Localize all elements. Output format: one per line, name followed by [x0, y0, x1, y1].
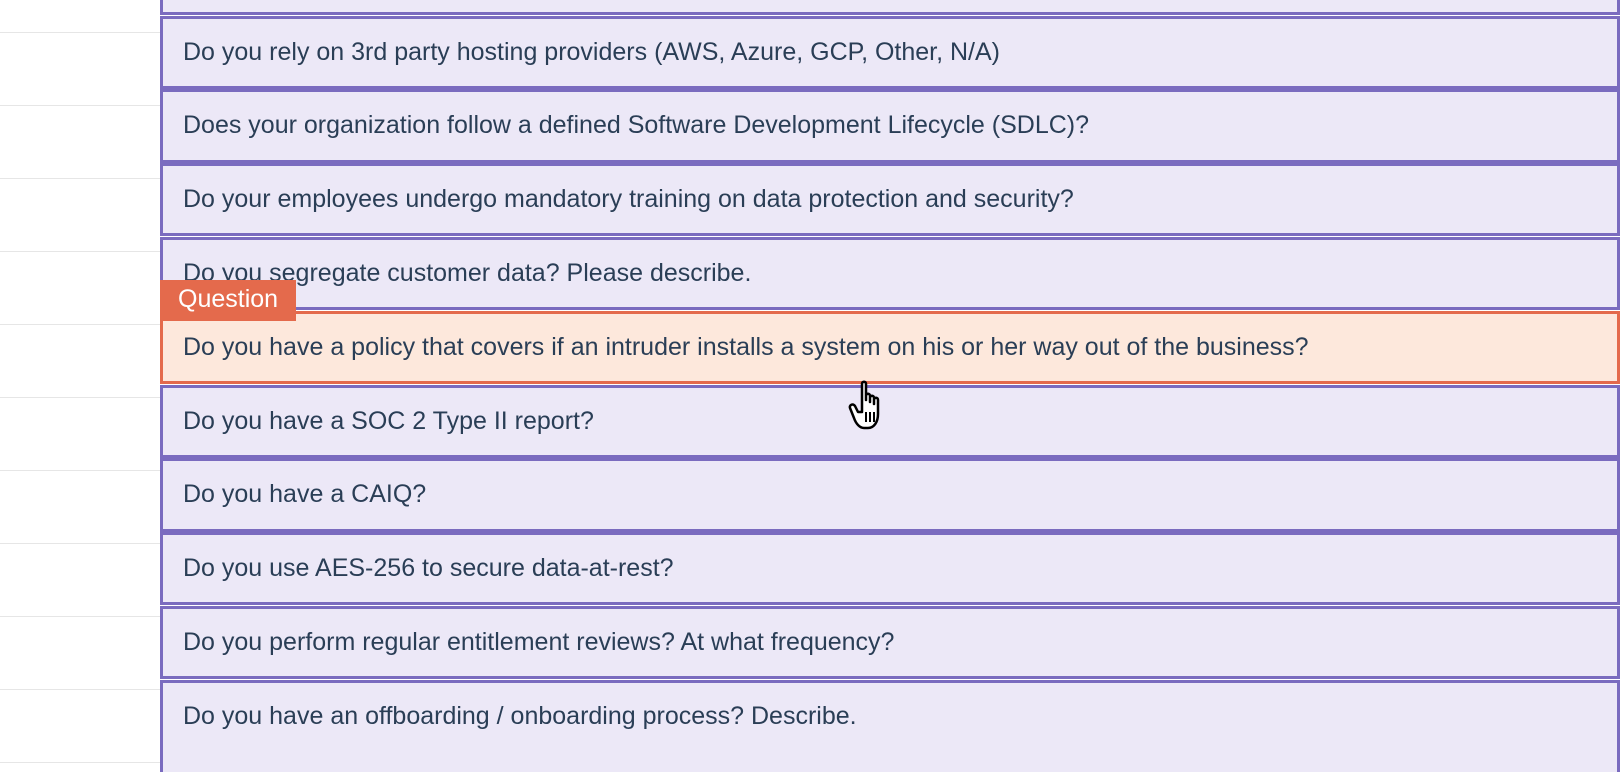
gutter-cell — [0, 690, 160, 763]
gutter-cell — [0, 617, 160, 690]
question-row[interactable]: Do you rely on 3rd party hosting provide… — [160, 16, 1620, 89]
question-text: Do you have an offboarding / onboarding … — [183, 702, 857, 730]
question-text: Do you have a CAIQ? — [183, 480, 426, 508]
question-row[interactable]: Do you have a BYOD policy? — [160, 0, 1620, 15]
question-tag-label: Question — [160, 280, 296, 321]
question-text: Does your organization follow a defined … — [183, 111, 1089, 139]
gutter-cell — [0, 325, 160, 398]
gutter-cell — [0, 33, 160, 106]
question-text: Do you use AES-256 to secure data-at-res… — [183, 554, 674, 582]
question-list: Do you have a BYOD policy? Do you rely o… — [160, 0, 1620, 772]
question-text: Do your employees undergo mandatory trai… — [183, 185, 1074, 213]
row-number-gutter — [0, 0, 160, 772]
gutter-cell — [0, 106, 160, 179]
question-row[interactable]: Do your employees undergo mandatory trai… — [160, 163, 1620, 236]
gutter-cell — [0, 179, 160, 252]
question-row[interactable]: Do you have a SOC 2 Type II report? — [160, 385, 1620, 458]
gutter-cell — [0, 544, 160, 617]
question-text: Do you have a policy that covers if an i… — [183, 333, 1309, 361]
gutter-cell — [0, 252, 160, 325]
question-row[interactable]: Does your organization follow a defined … — [160, 89, 1620, 162]
question-text: Do you rely on 3rd party hosting provide… — [183, 38, 1000, 66]
question-row[interactable]: Do you have a CAIQ? — [160, 458, 1620, 531]
gutter-cell — [0, 0, 160, 33]
question-row[interactable]: Do you have an offboarding / onboarding … — [160, 680, 1620, 772]
question-row-highlighted[interactable]: Question Do you have a policy that cover… — [160, 311, 1620, 384]
gutter-cell — [0, 471, 160, 544]
gutter-cell — [0, 398, 160, 471]
question-row[interactable]: Do you perform regular entitlement revie… — [160, 606, 1620, 679]
question-row[interactable]: Do you segregate customer data? Please d… — [160, 237, 1620, 310]
question-text: Do you have a SOC 2 Type II report? — [183, 407, 594, 435]
question-row[interactable]: Do you use AES-256 to secure data-at-res… — [160, 532, 1620, 605]
question-text: Do you perform regular entitlement revie… — [183, 628, 894, 656]
